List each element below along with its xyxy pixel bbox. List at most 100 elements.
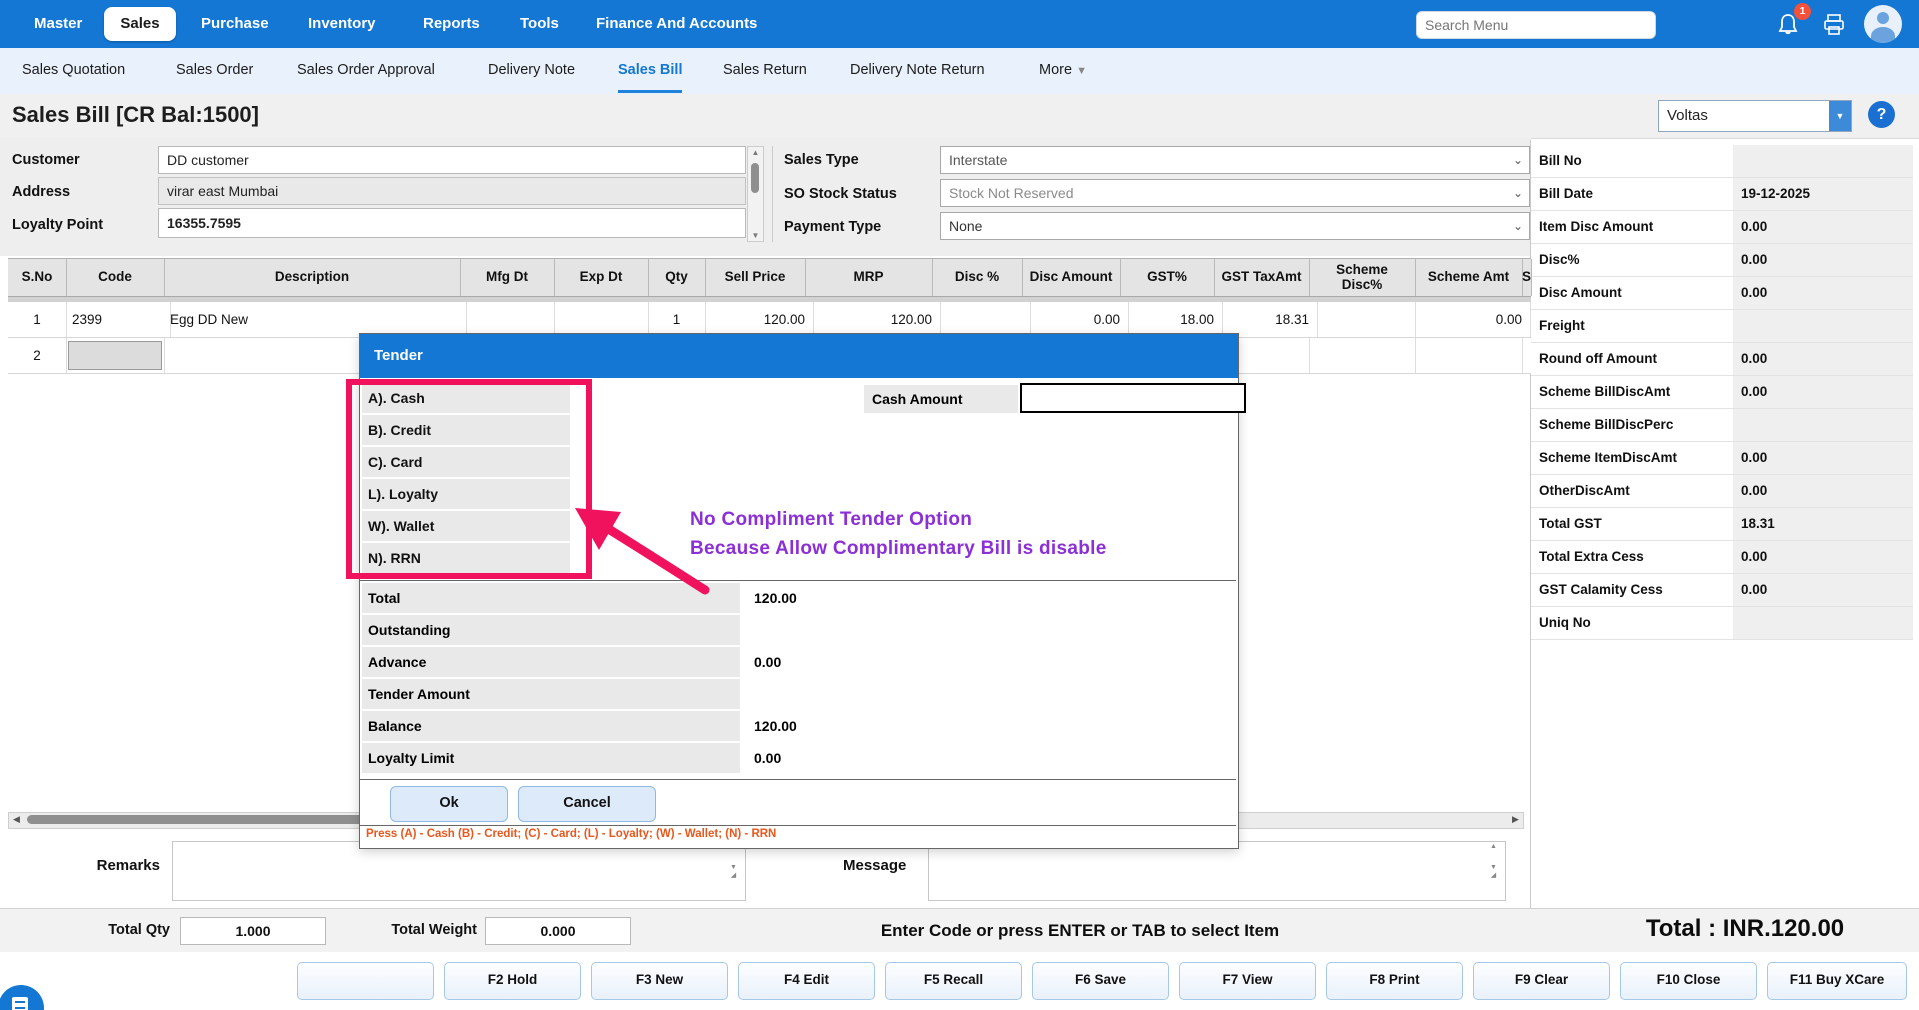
nav-inventory[interactable]: Inventory — [308, 0, 376, 48]
fkey-f8-print[interactable]: F8 Print — [1326, 962, 1463, 1000]
summary-row: Disc Amount0.00 — [1531, 277, 1913, 310]
summary-value: 0.00 — [1733, 343, 1913, 375]
scroll-right-icon[interactable]: ▶ — [1508, 813, 1523, 826]
col-clipped: S — [1522, 259, 1532, 296]
function-key-bar: F2 Hold F3 New F4 Edit F5 Recall F6 Save… — [0, 952, 1919, 1010]
cell-disc-amount: 0.00 — [1022, 302, 1129, 337]
message-scroll-icons[interactable]: ▲▼◢ — [1487, 843, 1500, 879]
fkey-f3-new[interactable]: F3 New — [591, 962, 728, 1000]
fkey-blank[interactable] — [297, 962, 434, 1000]
nav-purchase[interactable]: Purchase — [201, 0, 269, 48]
cell-sno: 2 — [8, 338, 67, 373]
subnav-sales-order-approval[interactable]: Sales Order Approval — [297, 48, 435, 93]
company-selector-value: Voltas — [1667, 101, 1708, 131]
search-input[interactable] — [1416, 11, 1656, 39]
remarks-textarea[interactable] — [172, 841, 746, 901]
summary-row: Scheme ItemDiscAmt0.00 — [1531, 442, 1913, 475]
fkey-f5-recall[interactable]: F5 Recall — [885, 962, 1022, 1000]
nav-finance-accounts[interactable]: Finance And Accounts — [596, 0, 757, 48]
code-entry-cell[interactable] — [68, 341, 162, 370]
scrollbar-thumb[interactable] — [751, 163, 759, 193]
fkey-f4-edit[interactable]: F4 Edit — [738, 962, 875, 1000]
summary-value — [1733, 310, 1913, 342]
help-button[interactable]: ? — [1868, 101, 1895, 128]
chat-icon — [12, 997, 28, 1010]
ok-button[interactable]: Ok — [390, 786, 508, 822]
tender-total-value: 120.00 — [754, 583, 797, 613]
scroll-up-icon[interactable]: ▲ — [748, 148, 763, 157]
totals-strip: Total Qty Total Weight Enter Code or pre… — [0, 908, 1919, 954]
summary-value: 0.00 — [1733, 244, 1913, 276]
col-code: Code — [66, 259, 165, 296]
summary-value: 19-12-2025 — [1733, 178, 1913, 210]
dropdown-arrow-icon[interactable]: ▼ — [1829, 101, 1851, 131]
fkey-f6-save[interactable]: F6 Save — [1032, 962, 1169, 1000]
payment-type-select[interactable]: None ⌄ — [940, 212, 1530, 240]
company-selector[interactable]: Voltas ▼ — [1658, 100, 1852, 132]
sales-type-select[interactable]: Interstate ⌄ — [940, 146, 1530, 174]
cash-amount-input[interactable] — [1020, 383, 1246, 413]
summary-label: Scheme BillDiscPerc — [1531, 409, 1733, 441]
subnav-sales-return[interactable]: Sales Return — [723, 48, 807, 93]
summary-row: Round off Amount0.00 — [1531, 343, 1913, 376]
fkey-f2-hold[interactable]: F2 Hold — [444, 962, 581, 1000]
nav-master[interactable]: Master — [34, 0, 82, 48]
so-stock-status-select[interactable]: Stock Not Reserved ⌄ — [940, 179, 1530, 207]
top-nav-bar: Master Sales Purchase Inventory Reports … — [0, 0, 1919, 48]
scroll-down-icon[interactable]: ▼ — [748, 231, 763, 240]
subnav-delivery-note[interactable]: Delivery Note — [488, 48, 575, 93]
item-entry-hint: Enter Code or press ENTER or TAB to sele… — [760, 921, 1400, 941]
summary-value — [1733, 145, 1913, 177]
fkey-f7-view[interactable]: F7 View — [1179, 962, 1316, 1000]
summary-value — [1733, 409, 1913, 441]
subnav-sales-order[interactable]: Sales Order — [176, 48, 253, 93]
subnav-more[interactable]: More ▼ — [1039, 48, 1087, 93]
col-scheme-amt: Scheme Amt — [1415, 259, 1523, 296]
cell-gst-taxamt: 18.31 — [1214, 302, 1318, 337]
col-exp-dt: Exp Dt — [554, 259, 649, 296]
tender-balance-row: Balance120.00 — [362, 710, 1236, 742]
fkey-f11-buy-xcare[interactable]: F11 Buy XCare — [1767, 962, 1907, 1000]
summary-value: 0.00 — [1733, 277, 1913, 309]
tender-modal-title: Tender — [374, 334, 423, 378]
message-label: Message — [843, 857, 906, 874]
subnav-sales-quotation[interactable]: Sales Quotation — [22, 48, 125, 93]
subnav-delivery-note-return[interactable]: Delivery Note Return — [850, 48, 985, 93]
total-qty-input[interactable] — [180, 917, 326, 945]
summary-row: OtherDiscAmt0.00 — [1531, 475, 1913, 508]
items-table-header: S.No Code Description Mfg Dt Exp Dt Qty … — [8, 258, 1531, 297]
customer-label: Customer — [12, 152, 80, 168]
address-input[interactable] — [158, 177, 746, 205]
fkey-f9-clear[interactable]: F9 Clear — [1473, 962, 1610, 1000]
nav-reports[interactable]: Reports — [423, 0, 480, 48]
avatar[interactable] — [1864, 5, 1902, 43]
cell-code: 2399 — [66, 302, 171, 337]
subnav-sales-bill-active[interactable]: Sales Bill — [618, 48, 682, 93]
bill-summary-panel: Bill No Bill Date19-12-2025 Item Disc Am… — [1530, 140, 1913, 908]
scroll-left-icon[interactable]: ◀ — [9, 813, 24, 826]
summary-value: 0.00 — [1733, 574, 1913, 606]
sales-type-value: Interstate — [949, 152, 1007, 168]
nav-tools[interactable]: Tools — [520, 0, 559, 48]
summary-value: 18.31 — [1733, 508, 1913, 540]
tender-modal-header[interactable]: Tender — [360, 334, 1238, 378]
printer-icon[interactable] — [1822, 14, 1846, 36]
summary-label: Uniq No — [1531, 607, 1733, 639]
summary-label: Bill Date — [1531, 178, 1733, 210]
customer-input[interactable] — [158, 146, 746, 174]
cancel-button[interactable]: Cancel — [518, 786, 656, 822]
payment-type-value: None — [949, 218, 982, 234]
fkey-f10-close[interactable]: F10 Close — [1620, 962, 1757, 1000]
loyalty-point-input[interactable] — [158, 208, 746, 238]
loyalty-point-label: Loyalty Point — [12, 217, 103, 233]
col-disc-pct: Disc % — [932, 259, 1023, 296]
tender-loyalty-limit-value: 0.00 — [754, 743, 781, 773]
total-weight-input[interactable] — [485, 917, 631, 945]
summary-label: Total Extra Cess — [1531, 541, 1733, 573]
col-mrp: MRP — [805, 259, 933, 296]
grand-total: Total : INR.120.00 — [1580, 915, 1910, 943]
col-mfg-dt: Mfg Dt — [460, 259, 555, 296]
message-textarea[interactable] — [928, 841, 1506, 901]
nav-sales-active[interactable]: Sales — [104, 7, 176, 41]
customer-scrollbar[interactable]: ▲ ▼ — [747, 146, 764, 242]
